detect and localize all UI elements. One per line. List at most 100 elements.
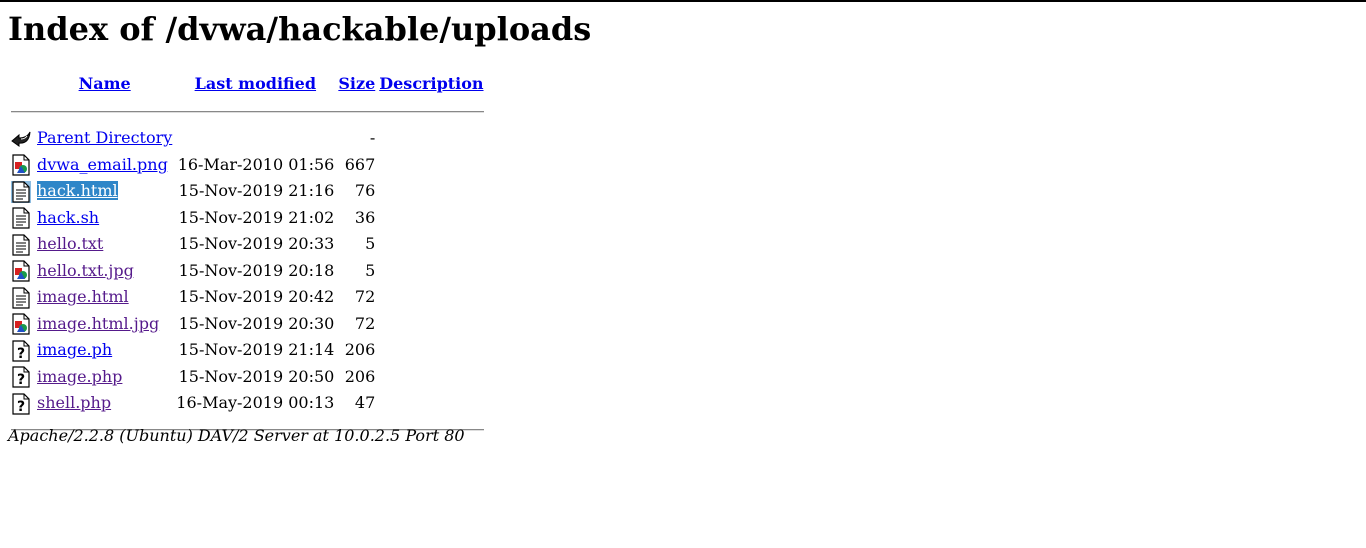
name-cell: image.ph <box>36 338 173 363</box>
svg-text:?: ? <box>17 399 25 415</box>
file-row: image.html 15-Nov-2019 20:42 72 <box>10 285 485 310</box>
file-row: Parent Directory - <box>10 126 485 151</box>
name-cell: hello.txt <box>36 232 173 257</box>
icon-cell: ? <box>10 365 34 390</box>
file-rows: Parent Directory - dvwa_email.png 16-Mar-2… <box>10 126 485 416</box>
sort-by-size-link[interactable]: Size <box>338 74 375 93</box>
icon-cell <box>10 232 34 257</box>
file-row: ? image.php 15-Nov-2019 20:50 206 <box>10 365 485 390</box>
last-modified-cell: 16-May-2019 00:13 <box>176 393 335 413</box>
icon-cell <box>10 312 34 337</box>
description-cell <box>378 338 484 363</box>
size-header: Size <box>337 70 376 98</box>
top-border <box>0 0 1366 2</box>
header-row: Name Last modified Size Description <box>10 70 485 98</box>
name-cell: hack.html <box>36 179 173 204</box>
name-cell: hello.txt.jpg <box>36 259 173 284</box>
size-cell: 5 <box>365 234 376 254</box>
icon-cell <box>10 206 34 231</box>
size-cell: 667 <box>344 154 376 174</box>
file-link[interactable]: hack.html <box>37 181 118 201</box>
size-cell: 206 <box>344 340 376 360</box>
last-modified-cell: 15-Nov-2019 20:50 <box>178 366 335 386</box>
icon-cell <box>10 259 34 284</box>
size-cell: 5 <box>365 260 376 280</box>
name-cell: image.php <box>36 365 173 390</box>
file-link[interactable]: image.ph <box>37 340 112 359</box>
svg-text:?: ? <box>17 372 25 388</box>
description-cell <box>378 206 484 231</box>
unknown-file-icon: ? <box>11 339 31 362</box>
name-cell: Parent Directory <box>36 126 173 151</box>
name-cell: image.html.jpg <box>36 312 173 337</box>
description-cell <box>378 179 484 204</box>
file-listing-table: Name Last modified Size Description Pare… <box>8 68 487 444</box>
last-modified-cell: 15-Nov-2019 20:33 <box>178 234 335 254</box>
file-row: ? image.ph 15-Nov-2019 21:14 206 <box>10 338 485 363</box>
icon-header <box>10 70 34 98</box>
text-file-icon <box>11 207 31 229</box>
name-cell: dvwa_email.png <box>36 153 173 178</box>
name-cell: shell.php <box>36 391 173 416</box>
icon-cell: ? <box>10 338 34 363</box>
text-file-icon <box>11 233 31 256</box>
last-modified-cell: 16-Mar-2010 01:56 <box>177 154 335 174</box>
last-modified-cell: 15-Nov-2019 20:30 <box>178 313 335 333</box>
file-row: image.html.jpg 15-Nov-2019 20:30 72 <box>10 312 485 337</box>
last-modified-cell: 15-Nov-2019 21:14 <box>178 340 335 360</box>
icon-cell <box>10 126 34 151</box>
name-cell: image.html <box>36 285 173 310</box>
description-cell <box>378 232 484 257</box>
icon-cell <box>10 153 34 178</box>
file-link[interactable]: hello.txt.jpg <box>37 261 134 280</box>
icon-cell: ? <box>10 391 34 416</box>
description-cell <box>378 153 484 178</box>
icon-cell <box>10 285 34 310</box>
unknown-file-icon: ? <box>11 392 31 415</box>
description-cell <box>378 285 484 310</box>
size-cell: 72 <box>354 313 376 333</box>
file-link[interactable]: image.php <box>37 367 122 386</box>
file-row: ? shell.php 16-May-2019 00:13 47 <box>10 391 485 416</box>
last-modified-cell <box>175 126 335 151</box>
last-modified-cell: 15-Nov-2019 20:42 <box>178 287 335 307</box>
back-icon <box>11 128 31 150</box>
size-cell: 76 <box>354 181 376 201</box>
description-cell <box>378 312 484 337</box>
icon-cell <box>10 179 34 204</box>
text-file-icon <box>11 286 31 309</box>
unknown-file-icon: ? <box>11 366 31 388</box>
sort-by-last-modified-link[interactable]: Last modified <box>195 74 316 93</box>
description-cell <box>378 391 484 416</box>
file-row: hack.html 15-Nov-2019 21:16 76 <box>10 179 485 204</box>
file-link[interactable]: image.html.jpg <box>37 314 159 333</box>
file-link[interactable]: hello.txt <box>37 234 103 253</box>
file-link[interactable]: Parent Directory <box>37 128 172 147</box>
last-modified-cell: 15-Nov-2019 20:18 <box>178 260 335 280</box>
file-link[interactable]: shell.php <box>37 393 111 412</box>
size-cell: - <box>369 128 376 148</box>
file-link[interactable]: image.html <box>37 287 129 306</box>
description-cell <box>378 259 484 284</box>
size-cell: 72 <box>354 287 376 307</box>
size-cell: 206 <box>344 366 376 386</box>
file-row: hack.sh 15-Nov-2019 21:02 36 <box>10 206 485 231</box>
file-link[interactable]: hack.sh <box>37 208 99 227</box>
image-file-icon <box>11 260 31 282</box>
sort-by-description-link[interactable]: Description <box>379 74 483 93</box>
file-row: dvwa_email.png 16-Mar-2010 01:56 667 <box>10 153 485 178</box>
description-cell <box>378 126 484 151</box>
page-title: Index of /dvwa/hackable/uploads <box>8 10 592 48</box>
description-cell <box>378 365 484 390</box>
last-modified-cell: 15-Nov-2019 21:16 <box>178 181 335 201</box>
size-cell: 36 <box>354 207 376 227</box>
svg-text:?: ? <box>17 346 25 362</box>
image-file-icon <box>11 313 31 335</box>
file-row: hello.txt.jpg 15-Nov-2019 20:18 5 <box>10 259 485 284</box>
sort-by-name-link[interactable]: Name <box>79 74 131 93</box>
image-file-icon <box>11 154 31 176</box>
file-link[interactable]: dvwa_email.png <box>37 155 168 174</box>
file-row: hello.txt 15-Nov-2019 20:33 5 <box>10 232 485 257</box>
header-separator <box>10 100 485 124</box>
size-cell: 47 <box>354 393 376 413</box>
